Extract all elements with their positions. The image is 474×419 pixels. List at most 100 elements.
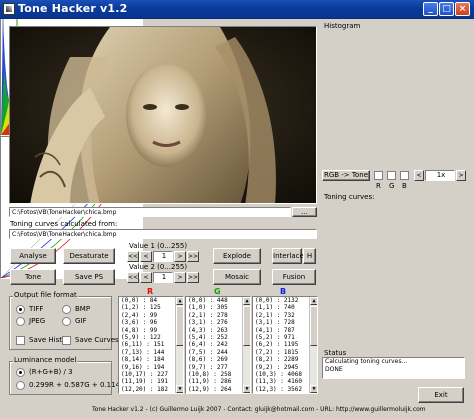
hist-g-checkbox[interactable]: [387, 171, 396, 180]
list-item[interactable]: (1,2) : 125: [121, 304, 183, 311]
analyse-button[interactable]: Analyse: [10, 248, 56, 264]
exit-button[interactable]: Exit: [418, 387, 464, 403]
g-values-list[interactable]: (0,0) : 448 (1,0) : 305 (2,1) : 278 (3,1…: [185, 296, 251, 394]
zoom-decrease-button[interactable]: <: [414, 170, 424, 181]
list-item[interactable]: (6,2) : 1195: [255, 341, 317, 348]
scroll-thumb[interactable]: [310, 306, 317, 346]
list-item[interactable]: (3,1) : 276: [188, 319, 250, 326]
hist-b-checkbox[interactable]: [400, 171, 409, 180]
g-list-scrollbar[interactable]: ▲ ▼: [242, 297, 250, 393]
list-item[interactable]: (10,3) : 4068: [255, 371, 317, 378]
b-list-scrollbar[interactable]: ▲ ▼: [309, 297, 317, 393]
value2-input[interactable]: 1: [153, 272, 173, 283]
image-path-field[interactable]: C:\Fotos\VB\ToneHacker\chica.bmp: [9, 207, 291, 217]
list-item[interactable]: (3,6) : 96: [121, 319, 183, 326]
maximize-button[interactable]: □: [439, 2, 454, 16]
image-preview: [9, 26, 317, 204]
luminance-weighted-label: 0.299R + 0.587G + 0.114B: [29, 381, 125, 389]
r-list-scrollbar[interactable]: ▲ ▼: [175, 297, 183, 393]
tiff-radio[interactable]: [16, 305, 25, 314]
list-item[interactable]: (8,14) : 184: [121, 356, 183, 363]
scroll-down-icon[interactable]: ▼: [310, 385, 317, 393]
scroll-down-icon[interactable]: ▼: [176, 385, 183, 393]
list-item[interactable]: (0,0) : 2132: [255, 297, 317, 304]
list-item[interactable]: (12,9) : 264: [188, 386, 250, 393]
histogram-title: Histogram: [324, 22, 361, 30]
list-item[interactable]: (12,20) : 182: [121, 386, 183, 393]
fusion-button[interactable]: Fusion: [272, 269, 316, 285]
scroll-up-icon[interactable]: ▲: [243, 297, 250, 305]
zoom-increase-button[interactable]: >: [456, 170, 466, 181]
list-item[interactable]: (2,1) : 278: [188, 312, 250, 319]
rgb-tone-button[interactable]: RGB -> Tone: [322, 170, 370, 181]
list-item[interactable]: (2,4) : 99: [121, 312, 183, 319]
list-item[interactable]: (4,1) : 787: [255, 327, 317, 334]
value2-next-button[interactable]: >: [174, 272, 186, 283]
scroll-up-icon[interactable]: ▲: [176, 297, 183, 305]
value1-last-button[interactable]: >>: [187, 251, 199, 262]
list-item[interactable]: (2,1) : 732: [255, 312, 317, 319]
list-item[interactable]: (8,2) : 2289: [255, 356, 317, 363]
list-item[interactable]: (4,3) : 263: [188, 327, 250, 334]
list-item[interactable]: (0,0) : 448: [188, 297, 250, 304]
tone-button[interactable]: Tone: [10, 269, 56, 285]
list-item[interactable]: (11,9) : 286: [188, 378, 250, 385]
list-item[interactable]: (11,3) : 4160: [255, 378, 317, 385]
list-item[interactable]: (1,1) : 740: [255, 304, 317, 311]
list-item[interactable]: (10,8) : 258: [188, 371, 250, 378]
list-item[interactable]: (0,0) : 84: [121, 297, 183, 304]
value1-input[interactable]: 1: [153, 251, 173, 262]
mosaic-button[interactable]: Mosaic: [213, 269, 261, 285]
value2-first-button[interactable]: <<: [127, 272, 139, 283]
save-hist-checkbox[interactable]: [16, 336, 25, 345]
value1-prev-button[interactable]: <: [140, 251, 152, 262]
h-button[interactable]: H: [303, 248, 316, 264]
list-item[interactable]: (5,2) : 971: [255, 334, 317, 341]
scroll-thumb[interactable]: [243, 306, 250, 346]
gif-radio[interactable]: [62, 317, 71, 326]
list-item[interactable]: (5,9) : 122: [121, 334, 183, 341]
toning-path-field[interactable]: C:\Fotos\VB\ToneHacker\chica.bmp: [9, 229, 317, 239]
value1-first-button[interactable]: <<: [127, 251, 139, 262]
zoom-field[interactable]: 1x: [425, 170, 455, 181]
hist-r-checkbox[interactable]: [374, 171, 383, 180]
list-item[interactable]: (5,4) : 252: [188, 334, 250, 341]
r-values-list[interactable]: (0,0) : 84 (1,2) : 125 (2,4) : 99 (3,6) …: [118, 296, 184, 394]
close-button[interactable]: ×: [455, 2, 470, 16]
list-item[interactable]: (12,3) : 3562: [255, 386, 317, 393]
save-ps-button[interactable]: Save PS: [63, 269, 115, 285]
list-item[interactable]: (7,13) : 144: [121, 349, 183, 356]
interlace-button[interactable]: Interlace: [272, 248, 304, 264]
desaturate-button[interactable]: Desaturate: [63, 248, 115, 264]
value2-last-button[interactable]: >>: [187, 272, 199, 283]
list-item[interactable]: (8,6) : 269: [188, 356, 250, 363]
list-item[interactable]: (4,8) : 99: [121, 327, 183, 334]
list-item[interactable]: (1,0) : 305: [188, 304, 250, 311]
jpeg-radio[interactable]: [16, 317, 25, 326]
list-item[interactable]: (6,11) : 151: [121, 341, 183, 348]
list-item[interactable]: (11,19) : 191: [121, 378, 183, 385]
luminance-avg-radio[interactable]: [16, 368, 25, 377]
list-item[interactable]: (7,5) : 244: [188, 349, 250, 356]
scroll-thumb[interactable]: [176, 306, 183, 346]
explode-button[interactable]: Explode: [213, 248, 261, 264]
scroll-up-icon[interactable]: ▲: [310, 297, 317, 305]
scroll-down-icon[interactable]: ▼: [243, 385, 250, 393]
list-item[interactable]: (9,2) : 2945: [255, 364, 317, 371]
bmp-radio[interactable]: [62, 305, 71, 314]
list-item[interactable]: (9,16) : 194: [121, 364, 183, 371]
save-curves-checkbox[interactable]: [62, 336, 71, 345]
minimize-button[interactable]: _: [423, 2, 438, 16]
luminance-avg-label: (R+G+B) / 3: [29, 368, 73, 376]
b-values-list[interactable]: (0,0) : 2132 (1,1) : 740 (2,1) : 732 (3,…: [252, 296, 318, 394]
browse-button[interactable]: ...: [292, 207, 317, 217]
value2-prev-button[interactable]: <: [140, 272, 152, 283]
list-item[interactable]: (3,1) : 728: [255, 319, 317, 326]
value1-next-button[interactable]: >: [174, 251, 186, 262]
luminance-weighted-radio[interactable]: [16, 381, 25, 390]
list-item[interactable]: (7,2) : 1815: [255, 349, 317, 356]
list-item[interactable]: (9,7) : 277: [188, 364, 250, 371]
save-hist-label: Save Hist: [29, 336, 63, 344]
list-item[interactable]: (10,17) : 227: [121, 371, 183, 378]
list-item[interactable]: (6,4) : 242: [188, 341, 250, 348]
